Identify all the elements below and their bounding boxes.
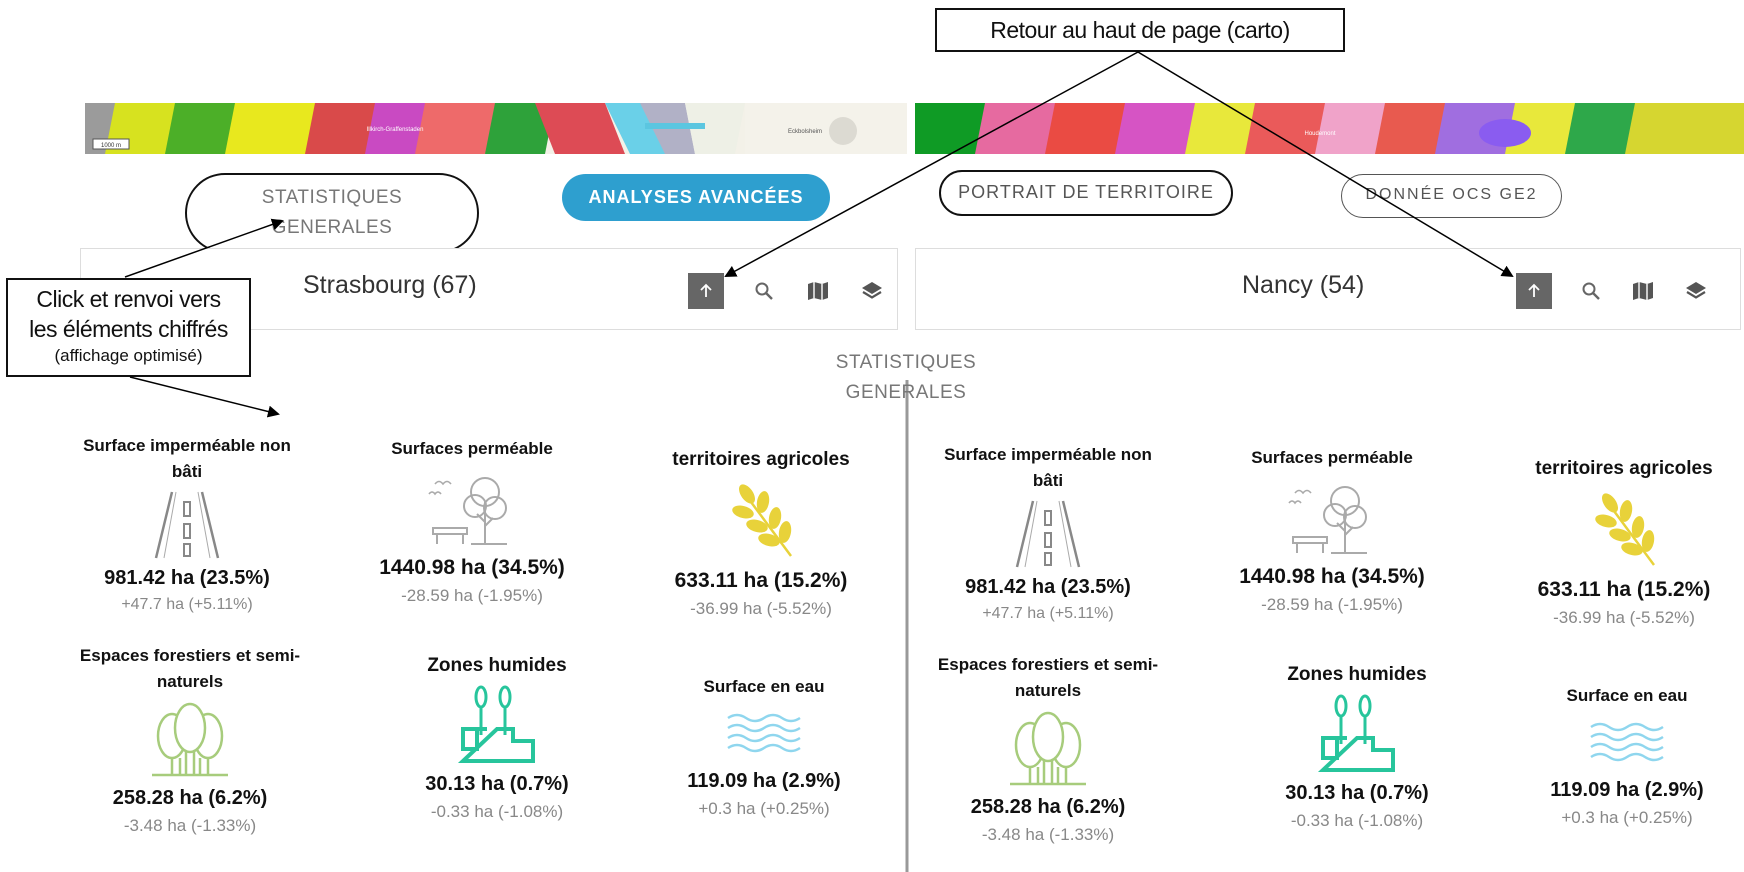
stat-delta: +47.7 ha (+5.11%) (982, 605, 1114, 622)
stat-title-line2: bâti (1032, 471, 1064, 490)
wheat-icon (1494, 486, 1744, 572)
stat-title-line1: Surface imperméable non (83, 436, 291, 455)
forest-icon (60, 699, 320, 781)
section-title: STATISTIQUES GENERALES (806, 348, 1006, 408)
stat-value: 1440.98 ha (34.5%) (1239, 565, 1425, 588)
stat-forest[interactable]: Espaces forestiers et semi- naturels 258… (918, 652, 1178, 845)
stat-delta: -36.99 ha (-5.52%) (1553, 608, 1695, 627)
stat-title: territoires agricoles (672, 449, 850, 470)
stat-forest[interactable]: Espaces forestiers et semi- naturels 258… (60, 643, 320, 836)
wheat-icon (631, 477, 891, 563)
stat-permeable[interactable]: Surfaces perméable 1440.98 ha (34.5%) -2… (1202, 445, 1462, 615)
stat-value: 258.28 ha (6.2%) (970, 796, 1126, 818)
stat-value: 119.09 ha (2.9%) (1550, 779, 1704, 801)
stat-value: 30.13 ha (0.7%) (425, 773, 569, 795)
stat-humide[interactable]: Zones humides 30.13 ha (0.7%) -0.33 ha (… (367, 653, 627, 822)
stat-impermeable[interactable]: Surface imperméable non bâti 981.42 ha (… (57, 433, 317, 614)
stat-title: Zones humides (1287, 664, 1427, 685)
stat-title-line2: bâti (171, 462, 203, 481)
park-tree-icon (342, 466, 602, 550)
stat-title: territoires agricoles (1535, 458, 1713, 479)
stat-title: Surfaces perméable (1251, 448, 1413, 467)
stat-value: 981.42 ha (23.5%) (965, 576, 1131, 598)
road-icon (57, 489, 317, 561)
wetland-icon (367, 683, 627, 767)
stat-delta: -28.59 ha (-1.95%) (1261, 595, 1403, 614)
stat-delta: -3.48 ha (-1.33%) (123, 816, 257, 835)
road-icon (918, 498, 1178, 570)
stat-value: 633.11 ha (15.2%) (674, 569, 848, 592)
stat-title-line2: naturels (1014, 681, 1082, 700)
stat-delta: +0.3 ha (+0.25%) (1561, 808, 1693, 827)
stat-delta: +0.3 ha (+0.25%) (698, 799, 830, 818)
stat-delta: -36.99 ha (-5.52%) (690, 599, 832, 618)
wetland-icon (1227, 692, 1487, 776)
section-title-line1: STATISTIQUES (835, 352, 977, 373)
stat-delta: -0.33 ha (-1.08%) (430, 802, 564, 821)
stat-title: Surface en eau (703, 677, 825, 696)
stat-title-line1: Espaces forestiers et semi- (937, 655, 1159, 674)
stat-title: Surfaces perméable (391, 439, 553, 458)
stat-title-line1: Surface imperméable non (944, 445, 1152, 464)
stat-agricole[interactable]: territoires agricoles 633.11 ha (15.2%) … (1494, 456, 1744, 628)
stat-agricole[interactable]: territoires agricoles 633.11 ha (15.2%) … (631, 447, 891, 619)
stat-title-line2: naturels (156, 672, 224, 691)
stat-value: 1440.98 ha (34.5%) (379, 556, 565, 579)
stat-delta: -3.48 ha (-1.33%) (981, 825, 1115, 844)
stat-title: Zones humides (427, 655, 567, 676)
stat-title: Surface en eau (1566, 686, 1688, 705)
stat-value: 981.42 ha (23.5%) (104, 567, 270, 589)
stat-delta: +47.7 ha (+5.11%) (121, 596, 253, 613)
stat-value: 633.11 ha (15.2%) (1537, 578, 1711, 601)
park-tree-icon (1202, 475, 1462, 559)
water-waves-icon (1497, 713, 1744, 773)
stat-delta: -28.59 ha (-1.95%) (401, 586, 543, 605)
stat-permeable[interactable]: Surfaces perméable 1440.98 ha (34.5%) -2… (342, 436, 602, 606)
stat-eau[interactable]: Surface en eau 119.09 ha (2.9%) +0.3 ha … (634, 674, 894, 819)
stat-delta: -0.33 ha (-1.08%) (1290, 811, 1424, 830)
stat-value: 30.13 ha (0.7%) (1285, 782, 1429, 804)
stat-value: 258.28 ha (6.2%) (112, 787, 268, 809)
stat-eau[interactable]: Surface en eau 119.09 ha (2.9%) +0.3 ha … (1497, 683, 1744, 828)
stat-title-line1: Espaces forestiers et semi- (79, 646, 301, 665)
forest-icon (918, 708, 1178, 790)
stat-value: 119.09 ha (2.9%) (687, 770, 841, 792)
stat-humide[interactable]: Zones humides 30.13 ha (0.7%) -0.33 ha (… (1227, 662, 1487, 831)
stat-impermeable[interactable]: Surface imperméable non bâti 981.42 ha (… (918, 442, 1178, 623)
section-title-line2: GENERALES (845, 382, 967, 403)
water-waves-icon (634, 704, 894, 764)
